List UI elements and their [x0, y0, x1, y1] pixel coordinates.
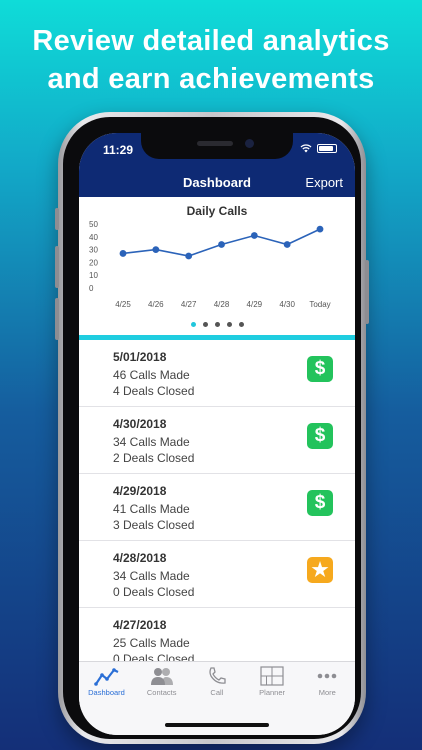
data-point[interactable]: [218, 241, 225, 248]
phone-frame: 11:29 Dashboard Export Daily Calls 50 40 3…: [55, 112, 369, 744]
y-tick-label: 20: [89, 258, 98, 267]
tab-label: More: [318, 688, 336, 697]
home-indicator[interactable]: [165, 723, 269, 727]
entry-date: 4/30/2018: [113, 417, 167, 431]
dollar-icon: $: [307, 356, 333, 382]
page-dot[interactable]: [190, 322, 196, 327]
page-dot[interactable]: [202, 322, 208, 327]
headline-line-1: Review detailed analytics: [32, 25, 390, 57]
more-dots-icon: [300, 666, 355, 686]
page-dot[interactable]: [214, 322, 220, 327]
entry-date: 4/29/2018: [113, 484, 167, 498]
export-button[interactable]: Export: [305, 175, 343, 190]
phone-bezel: 11:29 Dashboard Export Daily Calls 50 40 3…: [63, 117, 361, 739]
front-camera: [245, 139, 254, 148]
tab-call[interactable]: Call: [189, 666, 244, 702]
dollar-icon: $: [307, 490, 333, 516]
data-point[interactable]: [119, 250, 127, 257]
chart-plot: 50 40 30 20 10 0 4/25 4/26 4/27 4/28 4/29 4/30 Today: [89, 220, 331, 309]
x-tick-label: 4/27: [181, 300, 197, 309]
chart-line-icon: [79, 666, 134, 686]
y-tick-label: 40: [89, 233, 98, 242]
grid-icon: [245, 666, 300, 686]
entry-deals: 0 Deals Closed: [113, 585, 195, 599]
y-tick-label: 0: [89, 284, 94, 293]
star-icon: ★: [307, 557, 333, 583]
entry-deals: 0 Deals Closed: [113, 652, 195, 661]
mute-switch: [55, 208, 59, 230]
data-point[interactable]: [185, 252, 193, 260]
data-point[interactable]: [316, 225, 324, 233]
tab-dashboard[interactable]: Dashboard: [79, 666, 134, 702]
headline-line-2: and earn achievements: [47, 63, 375, 95]
x-tick-label: Today: [309, 300, 330, 309]
tab-more[interactable]: More: [300, 666, 355, 702]
speaker-grill: [197, 141, 233, 146]
list-item[interactable]: 4/27/2018 25 Calls Made 0 Deals Closed: [79, 608, 355, 661]
tab-contacts[interactable]: Contacts: [134, 666, 189, 702]
entry-date: 5/01/2018: [113, 350, 167, 364]
entry-deals: 3 Deals Closed: [113, 518, 195, 532]
x-tick-label: 4/30: [279, 300, 295, 309]
y-tick-label: 50: [89, 220, 98, 229]
data-point[interactable]: [250, 232, 258, 239]
phone-screen: 11:29 Dashboard Export Daily Calls 50 40 3…: [79, 133, 355, 735]
page-indicator[interactable]: [79, 322, 355, 327]
notch: [141, 133, 293, 159]
entry-calls: 34 Calls Made: [113, 569, 190, 583]
tab-label: Planner: [259, 688, 286, 697]
entry-date: 4/28/2018: [113, 551, 167, 565]
entry-calls: 41 Calls Made: [113, 502, 190, 516]
x-tick-label: 4/28: [214, 300, 230, 309]
daily-calls-chart[interactable]: Daily Calls 50 40 30 20 10 0 4/25 4/26 4/27 4/28 4…: [79, 197, 355, 335]
entry-date: 4/27/2018: [113, 618, 167, 632]
power-button: [365, 260, 369, 324]
volume-down-button: [55, 298, 59, 340]
tab-planner[interactable]: Planner: [245, 666, 300, 702]
list-item[interactable]: 5/01/2018 46 Calls Made 4 Deals Closed $: [79, 340, 355, 407]
daily-summary-list[interactable]: 5/01/2018 46 Calls Made 4 Deals Closed $4/3…: [79, 340, 355, 661]
list-item[interactable]: 4/28/2018 34 Calls Made 0 Deals Closed ★: [79, 541, 355, 608]
x-tick-label: 4/29: [247, 300, 263, 309]
dollar-icon: $: [307, 423, 333, 449]
headline: Review detailed analytics and earn achie…: [0, 22, 422, 98]
page-dot[interactable]: [226, 322, 232, 327]
entry-calls: 34 Calls Made: [113, 435, 190, 449]
entry-calls: 25 Calls Made: [113, 636, 190, 650]
volume-up-button: [55, 246, 59, 288]
entry-deals: 4 Deals Closed: [113, 384, 195, 398]
data-point[interactable]: [152, 246, 160, 253]
tab-label: Dashboard: [88, 688, 125, 697]
people-icon: [134, 666, 189, 686]
phone-icon: [189, 666, 244, 686]
data-point[interactable]: [283, 241, 291, 248]
wifi-icon: [300, 144, 312, 153]
status-time: 11:29: [103, 143, 134, 157]
list-item[interactable]: 4/29/2018 41 Calls Made 3 Deals Closed $: [79, 474, 355, 541]
list-item[interactable]: 4/30/2018 34 Calls Made 2 Deals Closed $: [79, 407, 355, 474]
y-tick-label: 30: [89, 246, 98, 255]
x-tick-label: 4/26: [148, 300, 164, 309]
x-tick-label: 4/25: [115, 300, 131, 309]
tab-label: Call: [210, 688, 224, 697]
page-dot[interactable]: [238, 322, 244, 327]
y-tick-label: 10: [89, 271, 98, 280]
status-icons: [300, 144, 337, 153]
battery-icon: [317, 144, 337, 153]
entry-calls: 46 Calls Made: [113, 368, 190, 382]
entry-deals: 2 Deals Closed: [113, 451, 195, 465]
tab-label: Contacts: [146, 688, 177, 697]
